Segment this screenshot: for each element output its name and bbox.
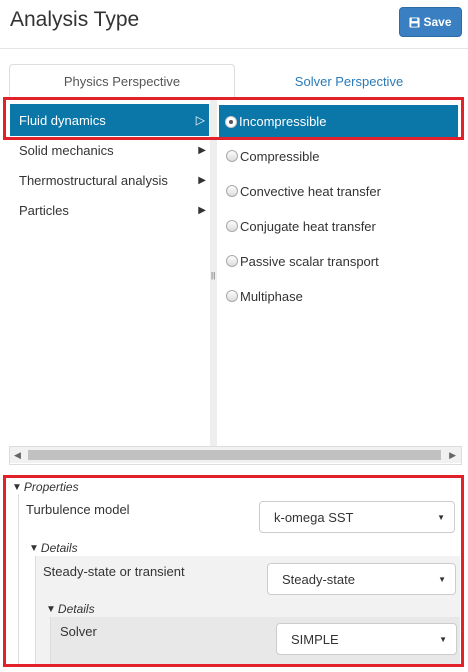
dropdown-caret-icon: ▼ [439,634,447,644]
tree-guide-line [18,494,19,666]
horizontal-scrollbar[interactable]: ◀ ▶ [10,446,461,463]
details-title: Details [40,541,78,555]
option-incompressible[interactable]: Incompressible [219,105,458,138]
save-button[interactable]: Save [399,7,462,37]
dropdown-caret-icon: ▼ [438,574,446,584]
expand-arrow-icon: ▶ [198,174,206,186]
radio-button[interactable] [226,185,238,197]
option-compressible[interactable]: Compressible [226,145,319,167]
category-item-particles[interactable]: Particles ▶ [10,195,210,225]
scroll-right-icon[interactable]: ▶ [449,450,456,461]
category-label: Solid mechanics [19,142,114,158]
steady-state-or-transient-label: Steady-state or transient [43,564,185,579]
solver-select[interactable]: SIMPLE ▼ [276,623,457,655]
tab-label: Solver Perspective [294,73,404,89]
category-label: Particles [19,202,69,218]
solver-label: Solver [60,624,97,639]
category-item-thermostructural-analysis[interactable]: Thermostructural analysis ▶ [10,165,210,195]
nested-details-header[interactable]: ▼ Details [46,602,95,616]
turbulence-model-label: Turbulence model [26,502,130,517]
header: Analysis Type Save [0,0,468,49]
tree-guide-line [50,617,51,666]
category-label: Fluid dynamics [19,112,106,128]
option-conjugate-heat-transfer[interactable]: Conjugate heat transfer [226,215,376,237]
turbulence-model-value: k-omega SST [274,509,354,525]
dropdown-caret-icon: ▼ [437,512,445,522]
analysis-type-page: Analysis Type Save Physics Perspective S… [0,0,468,672]
radio-button[interactable] [226,150,238,162]
collapse-triangle-icon: ▼ [46,603,56,615]
steady-state-select[interactable]: Steady-state ▼ [267,563,456,595]
steady-state-value: Steady-state [282,571,355,587]
option-label: Conjugate heat transfer [240,218,376,234]
collapse-triangle-icon: ▼ [12,481,22,493]
option-label: Compressible [240,148,320,164]
tab-solver-perspective[interactable]: Solver Perspective [236,64,462,98]
option-convective-heat-transfer[interactable]: Convective heat transfer [226,180,381,202]
details-header[interactable]: ▼ Details [29,541,78,555]
radio-button[interactable] [225,115,237,128]
save-label: Save [423,15,452,29]
expand-arrow-icon: ▷ [195,113,205,127]
scrollbar-thumb[interactable] [28,450,441,460]
option-passive-scalar-transport[interactable]: Passive scalar transport [226,250,379,272]
category-item-fluid-dynamics[interactable]: Fluid dynamics ▷ [10,104,209,136]
option-label: Convective heat transfer [240,183,381,199]
splitter-grip-icon[interactable]: || [211,271,215,280]
expand-arrow-icon: ▶ [198,144,206,156]
category-item-solid-mechanics[interactable]: Solid mechanics ▶ [10,135,210,165]
option-label: Incompressible [239,114,327,129]
floppy-disk-icon [409,16,421,28]
radio-button[interactable] [226,255,238,267]
option-label: Multiphase [240,288,303,304]
solver-value: SIMPLE [291,631,339,647]
turbulence-model-select[interactable]: k-omega SST ▼ [259,501,455,533]
page-title: Analysis Type [10,8,140,31]
tab-physics-perspective[interactable]: Physics Perspective [9,64,235,98]
details-title: Details [57,602,95,616]
option-multiphase[interactable]: Multiphase [226,285,303,307]
radio-button[interactable] [226,290,238,302]
option-label: Passive scalar transport [240,253,379,269]
properties-section: ▼ Properties Turbulence model k-omega SS… [10,480,460,666]
category-label: Thermostructural analysis [19,172,168,188]
collapse-triangle-icon: ▼ [29,542,39,554]
expand-arrow-icon: ▶ [198,204,206,216]
properties-title: Properties [23,480,79,494]
scroll-left-icon[interactable]: ◀ [14,450,21,461]
radio-button[interactable] [226,220,238,232]
tree-guide-line [35,556,36,666]
tab-label: Physics Perspective [63,74,181,89]
properties-header[interactable]: ▼ Properties [12,480,79,494]
